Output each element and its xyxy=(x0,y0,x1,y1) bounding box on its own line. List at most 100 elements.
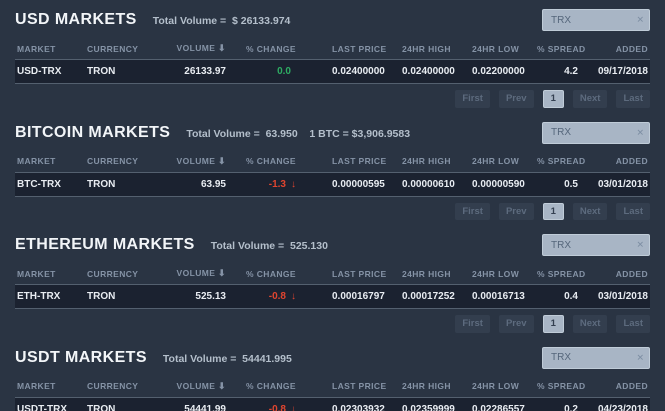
table-row[interactable]: USD-TRX TRON 26133.97 0.0 0.02400000 0.0… xyxy=(15,59,650,84)
col-volume[interactable]: VOLUME ⬇ xyxy=(158,264,228,285)
clear-search-icon[interactable]: ✕ xyxy=(636,128,644,137)
search-input[interactable] xyxy=(542,234,650,256)
cell-24hr-high: 0.00000610 xyxy=(402,178,455,190)
search-box: ✕ xyxy=(542,121,650,144)
section-header: USD MARKETS Total Volume = $ 26133.974 ✕ xyxy=(15,8,650,32)
pagination-next-button[interactable]: Next xyxy=(572,202,608,220)
cell-market: USD-TRX xyxy=(17,66,62,77)
col-change: % CHANGE xyxy=(246,43,296,54)
pagination-next-button[interactable]: Next xyxy=(572,315,608,333)
pagination-first-button[interactable]: First xyxy=(455,202,490,220)
cell-market: USDT-TRX xyxy=(17,403,67,411)
col-currency: CURRENCY xyxy=(87,43,139,54)
col-last-price: LAST PRICE xyxy=(332,156,387,166)
cell-currency: TRON xyxy=(87,66,116,77)
col-spread: % SPREAD xyxy=(537,381,586,391)
cell-added: 03/01/2018 xyxy=(597,178,648,190)
cell-24hr-low: 0.02286557 xyxy=(472,403,525,411)
col-24hr-low: 24HR LOW xyxy=(472,268,520,279)
section-header: USDT MARKETS Total Volume = 54441.995 ✕ xyxy=(15,346,650,370)
col-currency: CURRENCY xyxy=(87,381,139,391)
col-volume[interactable]: VOLUME ⬇ xyxy=(158,39,228,60)
market-table: MARKET CURRENCY VOLUME ⬇ % CHANGE LAST P… xyxy=(15,377,650,411)
col-market: MARKET xyxy=(17,381,56,391)
market-table: MARKET CURRENCY VOLUME ⬇ % CHANGE LAST P… xyxy=(15,264,650,309)
cell-spread: 0.2 xyxy=(564,403,578,411)
cell-24hr-low: 0.02200000 xyxy=(472,66,525,77)
col-last-price: LAST PRICE xyxy=(332,268,387,279)
section-header: ETHEREUM MARKETS Total Volume = 525.130 … xyxy=(15,233,650,257)
cell-24hr-high: 0.02400000 xyxy=(402,66,455,77)
bitcoin-markets-section: BITCOIN MARKETS Total Volume = 63.950 1 … xyxy=(15,121,650,220)
cell-24hr-high: 0.00017252 xyxy=(402,291,455,302)
table-header-row: MARKET CURRENCY VOLUME ⬇ % CHANGE LAST P… xyxy=(15,264,650,285)
col-market: MARKET xyxy=(17,156,56,166)
change-down-icon: ↓ xyxy=(291,403,296,411)
sort-desc-icon: ⬇ xyxy=(218,155,226,166)
col-24hr-high: 24HR HIGH xyxy=(402,156,451,166)
col-change: % CHANGE xyxy=(246,156,296,166)
pagination-first-button[interactable]: First xyxy=(455,90,490,108)
table-row[interactable]: ETH-TRX TRON 525.13 -0.8 ↓ 0.00016797 0.0… xyxy=(15,284,650,309)
section-header: BITCOIN MARKETS Total Volume = 63.950 1 … xyxy=(15,121,650,145)
pagination-prev-button[interactable]: Prev xyxy=(498,202,534,220)
clear-search-icon[interactable]: ✕ xyxy=(636,15,644,25)
cell-change: -1.3 ↓ xyxy=(268,178,296,190)
pagination-page-1-button[interactable]: 1 xyxy=(542,90,564,108)
pagination-prev-button[interactable]: Prev xyxy=(498,315,534,333)
section-title: USD MARKETS xyxy=(15,11,137,28)
cell-last-price: 0.02400000 xyxy=(332,66,385,77)
total-volume-label: Total Volume = $ 26133.974 xyxy=(152,15,291,27)
col-market: MARKET xyxy=(17,43,56,54)
pagination: First Prev 1 Next Last xyxy=(15,90,650,108)
cell-24hr-low: 0.00000590 xyxy=(472,178,525,190)
change-down-icon: ↓ xyxy=(291,291,296,302)
table-row[interactable]: USDT-TRX TRON 54441.99 -0.8 ↓ 0.02303932 … xyxy=(15,397,650,411)
table-row[interactable]: BTC-TRX TRON 63.95 -1.3 ↓ 0.00000595 0.00… xyxy=(15,172,650,196)
clear-search-icon[interactable]: ✕ xyxy=(636,353,644,362)
search-input[interactable] xyxy=(542,121,650,144)
total-volume-label: Total Volume = 54441.995 xyxy=(162,352,292,365)
col-added: ADDED xyxy=(615,156,648,166)
col-spread: % SPREAD xyxy=(537,43,586,54)
col-added: ADDED xyxy=(615,381,648,391)
cell-added: 04/23/2018 xyxy=(597,403,648,411)
col-currency: CURRENCY xyxy=(87,268,139,279)
cell-volume: 26133.97 xyxy=(184,66,226,77)
col-volume[interactable]: VOLUME ⬇ xyxy=(158,152,228,173)
col-volume[interactable]: VOLUME ⬇ xyxy=(158,377,228,398)
cell-currency: TRON xyxy=(87,291,116,302)
table-header-row: MARKET CURRENCY VOLUME ⬇ % CHANGE LAST P… xyxy=(15,39,650,60)
col-added: ADDED xyxy=(615,268,648,279)
col-market: MARKET xyxy=(17,268,56,279)
section-title: ETHEREUM MARKETS xyxy=(15,236,195,253)
cell-24hr-low: 0.00016713 xyxy=(472,291,525,302)
table-header-row: MARKET CURRENCY VOLUME ⬇ % CHANGE LAST P… xyxy=(15,152,650,173)
search-input[interactable] xyxy=(542,9,650,31)
sort-desc-icon: ⬇ xyxy=(218,43,226,53)
clear-search-icon[interactable]: ✕ xyxy=(636,240,644,250)
cell-change: -0.8 ↓ xyxy=(228,397,298,411)
cell-currency: TRON xyxy=(87,403,116,411)
pagination-next-button[interactable]: Next xyxy=(572,90,608,108)
col-24hr-high: 24HR HIGH xyxy=(402,268,451,279)
pagination-last-button[interactable]: Last xyxy=(616,90,650,108)
col-change: % CHANGE xyxy=(246,381,296,391)
col-change: % CHANGE xyxy=(246,268,296,279)
pagination-first-button[interactable]: First xyxy=(455,315,490,333)
col-24hr-low: 24HR LOW xyxy=(472,156,520,166)
pagination-last-button[interactable]: Last xyxy=(616,202,650,220)
pagination-prev-button[interactable]: Prev xyxy=(498,90,534,108)
cell-currency: TRON xyxy=(87,178,116,190)
search-box: ✕ xyxy=(542,346,650,369)
pagination-page-1-button[interactable]: 1 xyxy=(542,315,564,333)
col-last-price: LAST PRICE xyxy=(332,381,387,391)
pagination-last-button[interactable]: Last xyxy=(616,315,650,333)
market-table: MARKET CURRENCY VOLUME ⬇ % CHANGE LAST P… xyxy=(15,39,650,84)
col-24hr-low: 24HR LOW xyxy=(472,381,520,391)
pagination: First Prev 1 Next Last xyxy=(15,315,650,333)
pagination-page-1-button[interactable]: 1 xyxy=(542,202,564,220)
search-input[interactable] xyxy=(542,346,650,369)
total-volume-label: Total Volume = 525.130 xyxy=(210,240,328,252)
table-header-row: MARKET CURRENCY VOLUME ⬇ % CHANGE LAST P… xyxy=(15,377,650,398)
